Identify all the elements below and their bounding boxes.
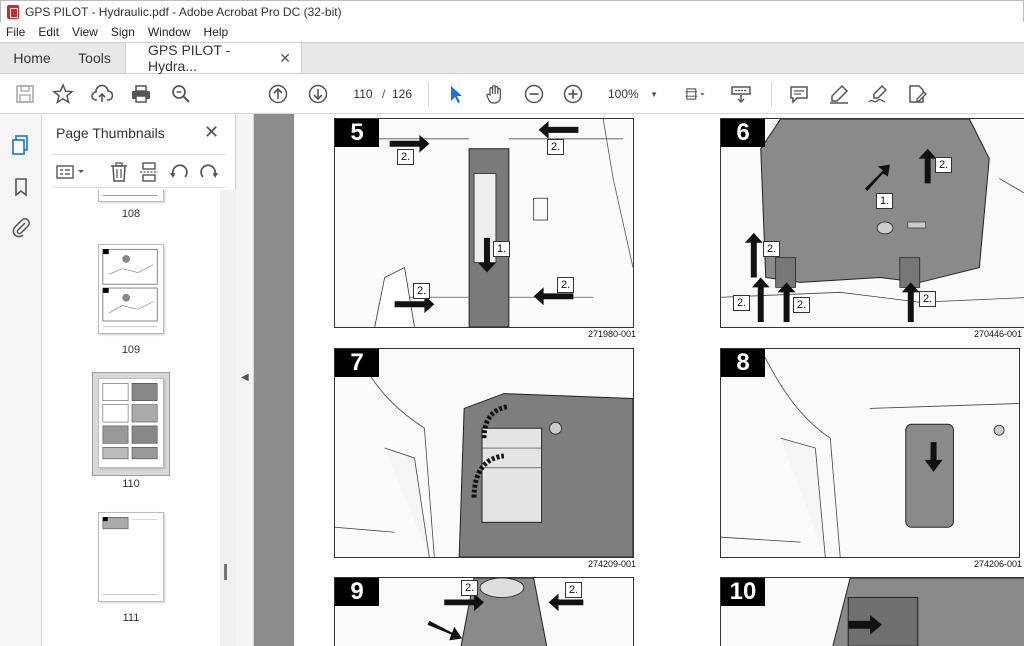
panel-scrollbar[interactable] bbox=[220, 190, 236, 646]
figure-number: 8 bbox=[721, 349, 765, 377]
delete-page-icon[interactable] bbox=[108, 161, 130, 183]
title-bar: GPS PILOT - Hydraulic.pdf - Adobe Acroba… bbox=[0, 0, 1024, 22]
window-title: GPS PILOT - Hydraulic.pdf - Adobe Acroba… bbox=[25, 4, 342, 19]
callout-label: 2. bbox=[733, 295, 751, 311]
keyboard-scroll-icon[interactable] bbox=[730, 83, 752, 105]
figure-8: 8 bbox=[720, 348, 1020, 558]
print-icon[interactable] bbox=[130, 83, 152, 105]
main-toolbar: 110 / 126 100% ▼ bbox=[0, 74, 1024, 114]
callout-label: 1. bbox=[493, 241, 511, 257]
tab-tools[interactable]: Tools bbox=[64, 43, 126, 73]
acrobat-icon bbox=[7, 4, 19, 19]
menu-window[interactable]: Window bbox=[148, 25, 191, 39]
navigation-rail bbox=[0, 114, 42, 646]
select-cursor-icon[interactable] bbox=[445, 83, 467, 105]
callout-label: 2. bbox=[919, 291, 937, 307]
callout-label: 2. bbox=[461, 580, 479, 596]
page-thumbnails-icon[interactable] bbox=[10, 134, 32, 156]
thumbnail-label: 109 bbox=[121, 344, 141, 356]
close-panel-icon[interactable]: ✕ bbox=[204, 122, 219, 143]
figure-number: 7 bbox=[335, 349, 379, 377]
figure-code: 270446-001 bbox=[974, 329, 1023, 339]
panel-splitter[interactable]: ◀ bbox=[236, 114, 254, 646]
toolbar-divider bbox=[428, 82, 429, 106]
menu-help[interactable]: Help bbox=[204, 25, 229, 39]
insert-page-icon[interactable] bbox=[138, 161, 160, 183]
zoom-in-icon[interactable] bbox=[562, 83, 584, 105]
page-thumbnail[interactable] bbox=[98, 190, 164, 202]
document-view[interactable]: 5 2. 2. 1. 2. 2. 271980-001 6 2. 1. 2. 2… bbox=[254, 114, 1024, 646]
figure-6: 6 2. 1. 2. 2. 2. 2. bbox=[720, 118, 1024, 328]
upload-cloud-icon[interactable] bbox=[91, 83, 113, 105]
page-fit-icon[interactable] bbox=[680, 83, 710, 105]
tab-bar: Home Tools GPS PILOT - Hydra... ✕ bbox=[0, 42, 1024, 74]
highlight-pen-icon[interactable] bbox=[828, 83, 850, 105]
bookmarks-icon[interactable] bbox=[10, 176, 32, 198]
thumbnail-label: 108 bbox=[121, 208, 141, 220]
menu-edit[interactable]: Edit bbox=[38, 25, 59, 39]
thumbnail-label: 110 bbox=[122, 478, 140, 490]
save-icon[interactable] bbox=[14, 83, 36, 105]
edit-pdf-icon[interactable] bbox=[906, 83, 928, 105]
page-separator: / bbox=[382, 87, 386, 101]
callout-label: 1. bbox=[876, 193, 894, 209]
callout-label: 2. bbox=[793, 297, 811, 313]
thumbnail-options-icon[interactable] bbox=[54, 161, 88, 183]
figure-number: 6 bbox=[721, 119, 765, 147]
hand-tool-icon[interactable] bbox=[484, 83, 506, 105]
figure-number: 9 bbox=[335, 578, 379, 606]
figure-number: 5 bbox=[335, 119, 379, 147]
callout-label: 2. bbox=[413, 283, 431, 299]
page-number-input[interactable]: 110 bbox=[346, 83, 380, 105]
figure-9: 9 2. 2. bbox=[334, 577, 634, 646]
comment-icon[interactable] bbox=[788, 83, 810, 105]
figure-7: 7 bbox=[334, 348, 634, 558]
pdf-page: 5 2. 2. 1. 2. 2. 271980-001 6 2. 1. 2. 2… bbox=[294, 114, 1024, 646]
callout-label: 2. bbox=[565, 582, 583, 598]
close-tab-icon[interactable]: ✕ bbox=[279, 50, 291, 67]
zoom-search-icon[interactable] bbox=[170, 83, 192, 105]
callout-label: 2. bbox=[397, 149, 415, 165]
figure-code: 274206-001 bbox=[974, 559, 1023, 569]
zoom-out-icon[interactable] bbox=[523, 83, 545, 105]
figure-5: 5 2. 2. 1. 2. 2. bbox=[334, 118, 634, 328]
page-thumbnail[interactable] bbox=[98, 512, 164, 602]
previous-page-icon[interactable] bbox=[267, 83, 289, 105]
toolbar-divider bbox=[771, 82, 772, 106]
figure-code: 271980-001 bbox=[588, 329, 637, 339]
callout-label: 2. bbox=[763, 241, 781, 257]
tab-home[interactable]: Home bbox=[0, 43, 64, 73]
scrollbar-thumb[interactable] bbox=[224, 564, 227, 580]
page-thumbnails-panel: Page Thumbnails ✕ 108 109 110 111 bbox=[42, 114, 236, 646]
collapse-panel-icon[interactable]: ◀ bbox=[241, 372, 249, 383]
sign-pen-icon[interactable] bbox=[867, 83, 889, 105]
bookmark-star-icon[interactable] bbox=[52, 83, 74, 105]
chevron-down-icon: ▼ bbox=[650, 89, 658, 99]
panel-title: Page Thumbnails bbox=[56, 125, 165, 141]
page-thumbnail-selected[interactable] bbox=[98, 378, 164, 468]
thumbnail-label: 111 bbox=[122, 612, 140, 624]
zoom-level-select[interactable]: 100% ▼ bbox=[602, 83, 660, 105]
callout-label: 2. bbox=[547, 139, 565, 155]
rotate-left-icon[interactable] bbox=[168, 161, 190, 183]
thumbnail-list: 108 109 110 111 bbox=[42, 190, 220, 646]
callout-label: 2. bbox=[935, 157, 953, 173]
tab-document-label: GPS PILOT - Hydra... bbox=[148, 42, 231, 74]
attachments-icon[interactable] bbox=[10, 216, 32, 238]
menu-sign[interactable]: Sign bbox=[111, 25, 135, 39]
page-total: 126 bbox=[392, 87, 413, 101]
callout-label: 2. bbox=[557, 277, 575, 293]
next-page-icon[interactable] bbox=[307, 83, 329, 105]
zoom-level-value: 100% bbox=[608, 87, 639, 101]
menu-view[interactable]: View bbox=[72, 25, 98, 39]
menu-file[interactable]: File bbox=[6, 25, 25, 39]
rotate-right-icon[interactable] bbox=[198, 161, 220, 183]
figure-number: 10 bbox=[721, 578, 765, 606]
panel-toolbar bbox=[52, 154, 226, 188]
figure-10: 10 bbox=[720, 577, 1024, 646]
tab-document[interactable]: GPS PILOT - Hydra... ✕ bbox=[126, 42, 302, 74]
page-thumbnail[interactable] bbox=[98, 244, 164, 334]
figure-code: 274209-001 bbox=[588, 559, 637, 569]
menu-bar: File Edit View Sign Window Help bbox=[0, 22, 1024, 42]
